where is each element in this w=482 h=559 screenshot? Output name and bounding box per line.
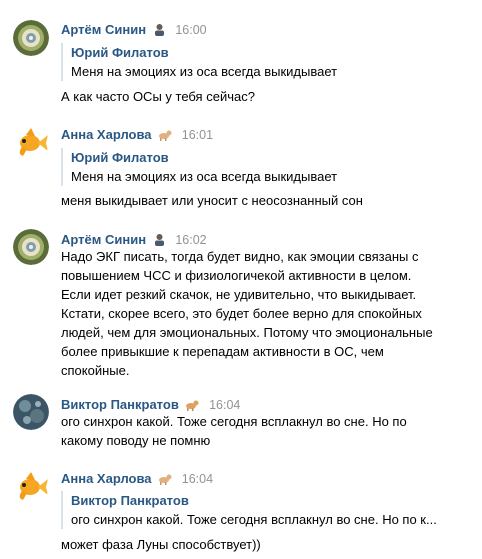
quote-text: ого синхрон какой. Тоже сегодня всплакну… [71,512,437,527]
reply-quote[interactable]: Юрий Филатов Меня на эмоциях из оса всег… [61,43,337,81]
avatar[interactable] [13,468,49,504]
blue-pattern-avatar-icon [13,394,49,430]
author-name[interactable]: Анна Харлова [61,127,152,142]
avatar[interactable] [13,229,49,265]
pattern-avatar-icon [13,229,49,265]
message-line: Если идет резкий скачок, не удивительно,… [61,287,417,302]
quote-author[interactable]: Юрий Филатов [71,43,337,62]
message-line: А как часто ОСы у тебя сейчас? [61,89,255,104]
avatar[interactable] [13,124,49,160]
message-line: какому поводу не помню [61,433,211,448]
message-line: повышением ЧСС и физиологичекой активнос… [61,268,412,283]
message-time[interactable]: 16:02 [175,233,206,247]
message-text: меня выкидывает или уносит с неосознанны… [61,191,363,210]
message-line: может фаза Луны способствует)) [61,537,261,552]
message-text: может фаза Луны способствует)) [61,535,261,554]
message-time[interactable]: 16:04 [182,472,213,486]
dog-emoji-icon [158,128,172,145]
message-text: ого синхрон какой. Тоже сегодня всплакну… [61,412,407,450]
message-line: людей, чем для эмоциональных. Потому что… [61,325,433,340]
message-line: ого синхрон какой. Тоже сегодня всплакну… [61,414,407,429]
avatar[interactable] [13,20,49,56]
message-time[interactable]: 16:04 [209,398,240,412]
pattern-avatar-icon [13,20,49,56]
goldfish-avatar-icon [13,124,49,160]
author-name[interactable]: Анна Харлова [61,471,152,486]
message-line: спокойные. [61,363,130,378]
quote-author[interactable]: Виктор Панкратов [71,491,437,510]
message-line: более привыкшие к перепадам активности в… [61,344,384,359]
quote-author[interactable]: Юрий Филатов [71,148,337,167]
reply-quote[interactable]: Юрий Филатов Меня на эмоциях из оса всег… [61,148,337,186]
reply-quote[interactable]: Виктор Панкратов ого синхрон какой. Тоже… [61,491,437,529]
message-line: Надо ЭКГ писать, тогда будет видно, как … [61,249,419,264]
author-name[interactable]: Артём Синин [61,232,146,247]
message-time[interactable]: 16:01 [182,128,213,142]
author-name[interactable]: Виктор Панкратов [61,397,179,412]
dog-emoji-icon [158,472,172,489]
goldfish-avatar-icon [13,468,49,504]
avatar[interactable] [13,394,49,430]
message-text: А как часто ОСы у тебя сейчас? [61,87,255,106]
quote-text: Меня на эмоциях из оса всегда выкидывает [71,64,338,79]
message-line: меня выкидывает или уносит с неосознанны… [61,193,363,208]
message-time[interactable]: 16:00 [175,23,206,37]
message-text: Надо ЭКГ писать, тогда будет видно, как … [61,247,433,380]
message-line: Кстати, скорее всего, это будет более ве… [61,306,422,321]
person-emoji-icon [153,23,166,40]
quote-text: Меня на эмоциях из оса всегда выкидывает [71,169,338,184]
author-name[interactable]: Артём Синин [61,22,146,37]
